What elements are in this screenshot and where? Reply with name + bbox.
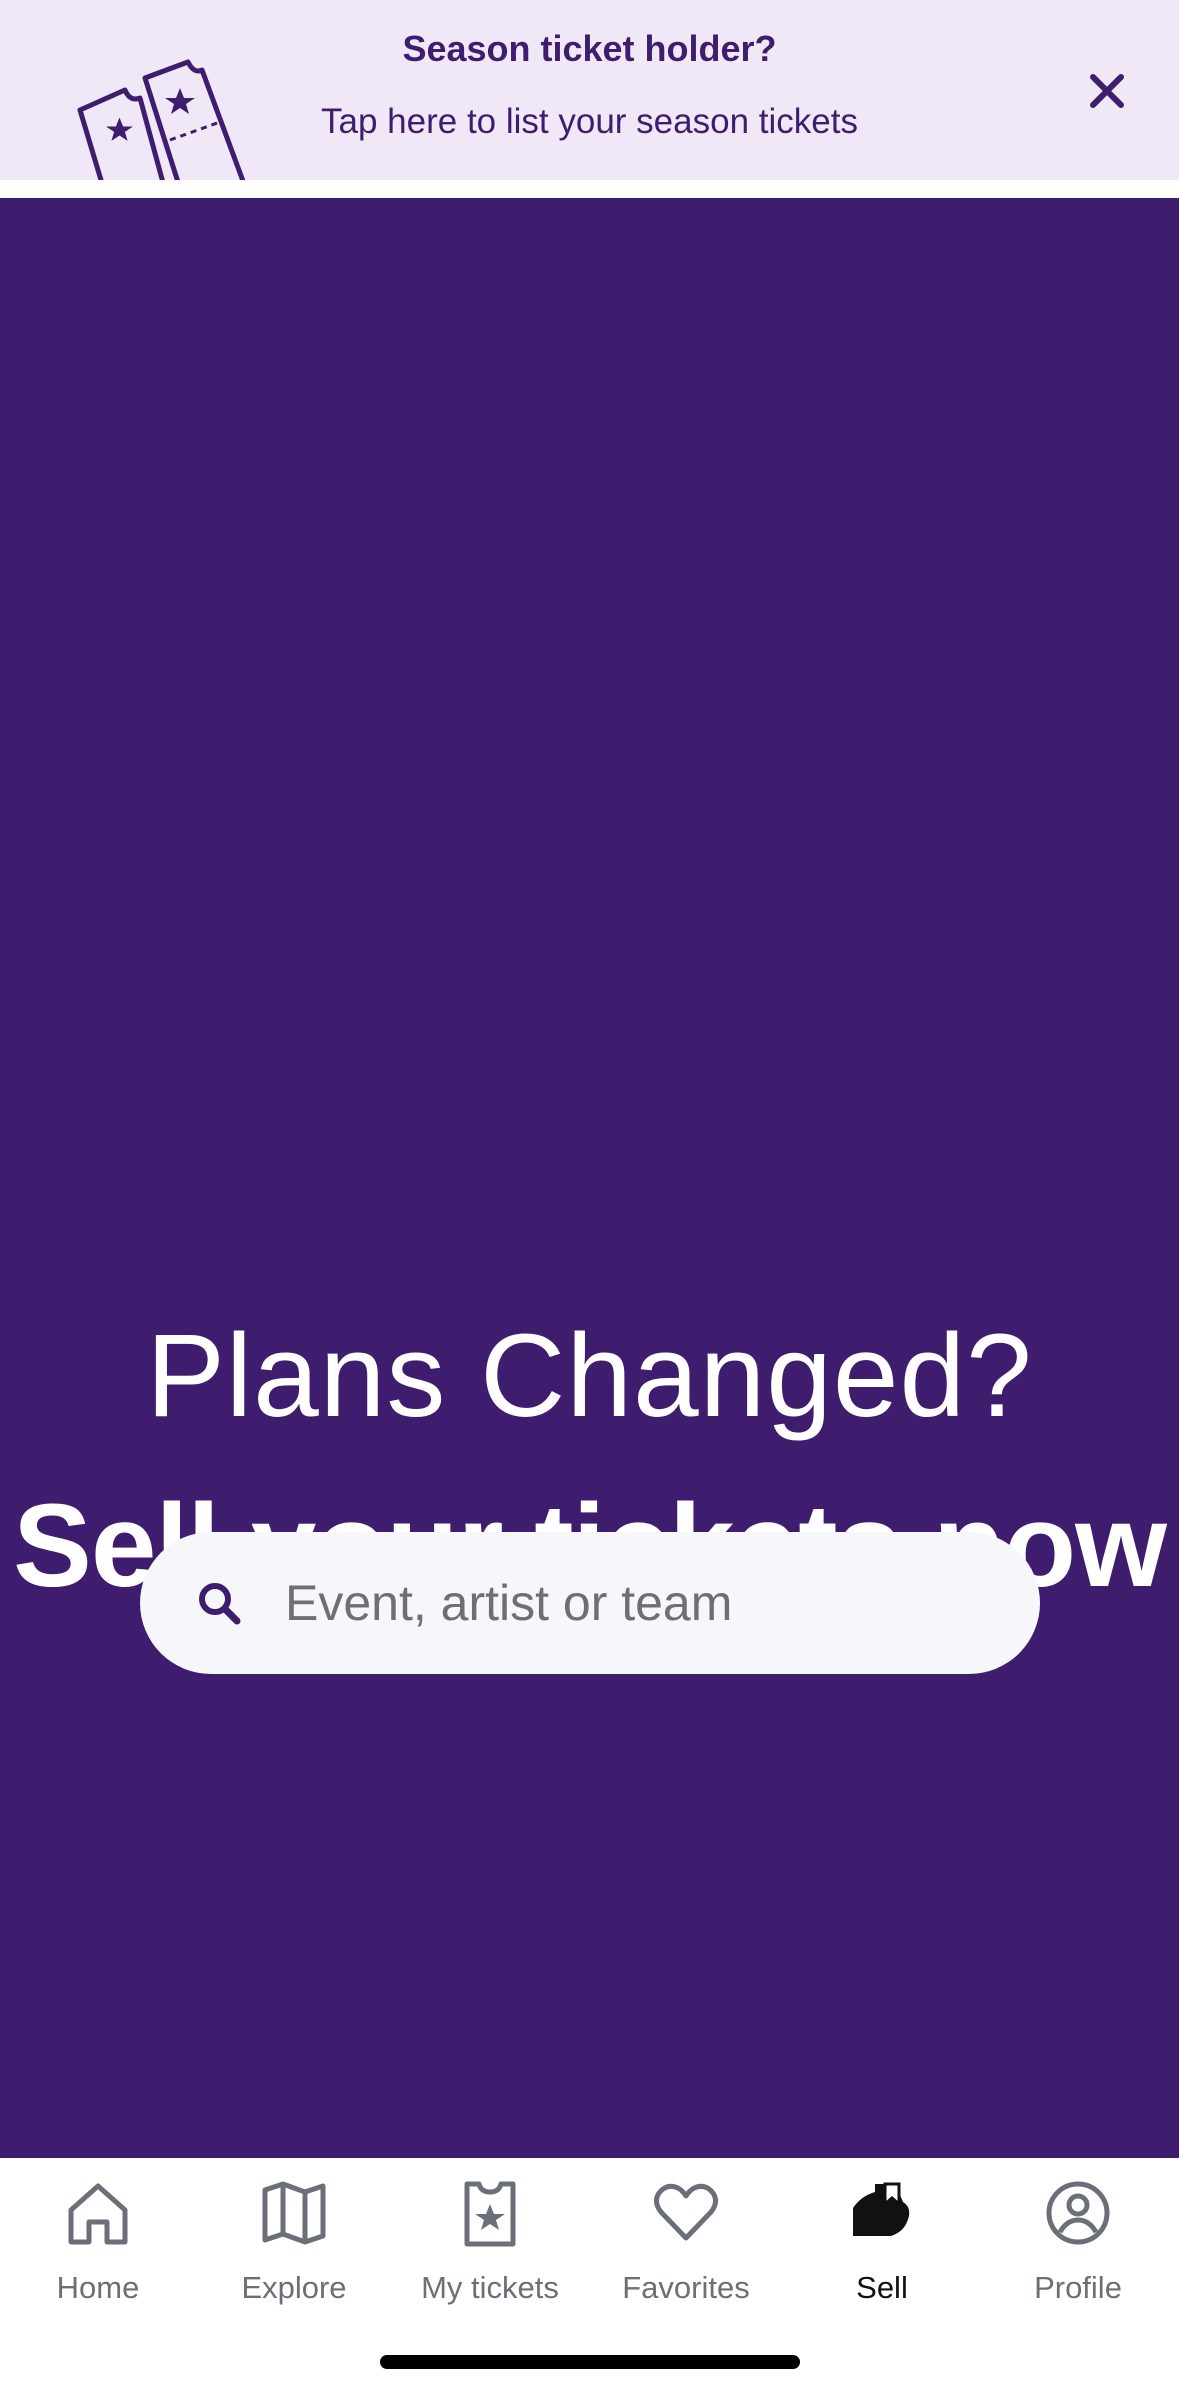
tab-favorites-label: Favorites xyxy=(622,2270,750,2305)
search-icon xyxy=(199,1583,241,1625)
tab-sell[interactable]: Sell xyxy=(784,2158,980,2358)
sell-hero: Plans Changed? Sell your tickets now xyxy=(0,198,1179,2158)
season-ticket-banner[interactable]: Season ticket holder? Tap here to list y… xyxy=(0,0,1179,180)
ticket-star-icon xyxy=(464,2181,516,2247)
tab-bar: Home Explore My tickets Favorites Sell P… xyxy=(0,2158,1179,2396)
tab-sell-label: Sell xyxy=(856,2270,908,2305)
tab-favorites[interactable]: Favorites xyxy=(588,2158,784,2358)
heart-icon xyxy=(653,2183,719,2241)
banner-title: Season ticket holder? xyxy=(402,28,777,69)
tab-home-label: Home xyxy=(56,2270,140,2305)
search-bar[interactable] xyxy=(140,1532,1040,1674)
home-icon xyxy=(68,2183,128,2245)
sell-ticket-icon xyxy=(853,2182,910,2236)
tab-my-tickets-label: My tickets xyxy=(421,2270,559,2305)
close-icon xyxy=(1090,74,1124,108)
search-input[interactable] xyxy=(285,1532,1005,1674)
tab-explore-label: Explore xyxy=(241,2270,347,2305)
banner-subtitle: Tap here to list your season tickets xyxy=(321,102,858,141)
tab-profile-label: Profile xyxy=(1034,2270,1122,2305)
tab-explore[interactable]: Explore xyxy=(196,2158,392,2358)
home-indicator xyxy=(380,2355,800,2369)
map-icon xyxy=(262,2181,326,2245)
tab-my-tickets[interactable]: My tickets xyxy=(392,2158,588,2358)
tab-home[interactable]: Home xyxy=(0,2158,196,2358)
close-banner-button[interactable] xyxy=(1078,62,1136,120)
tab-profile[interactable]: Profile xyxy=(980,2158,1176,2358)
hero-heading: Plans Changed? xyxy=(146,1310,1033,1442)
profile-icon xyxy=(1046,2181,1110,2245)
